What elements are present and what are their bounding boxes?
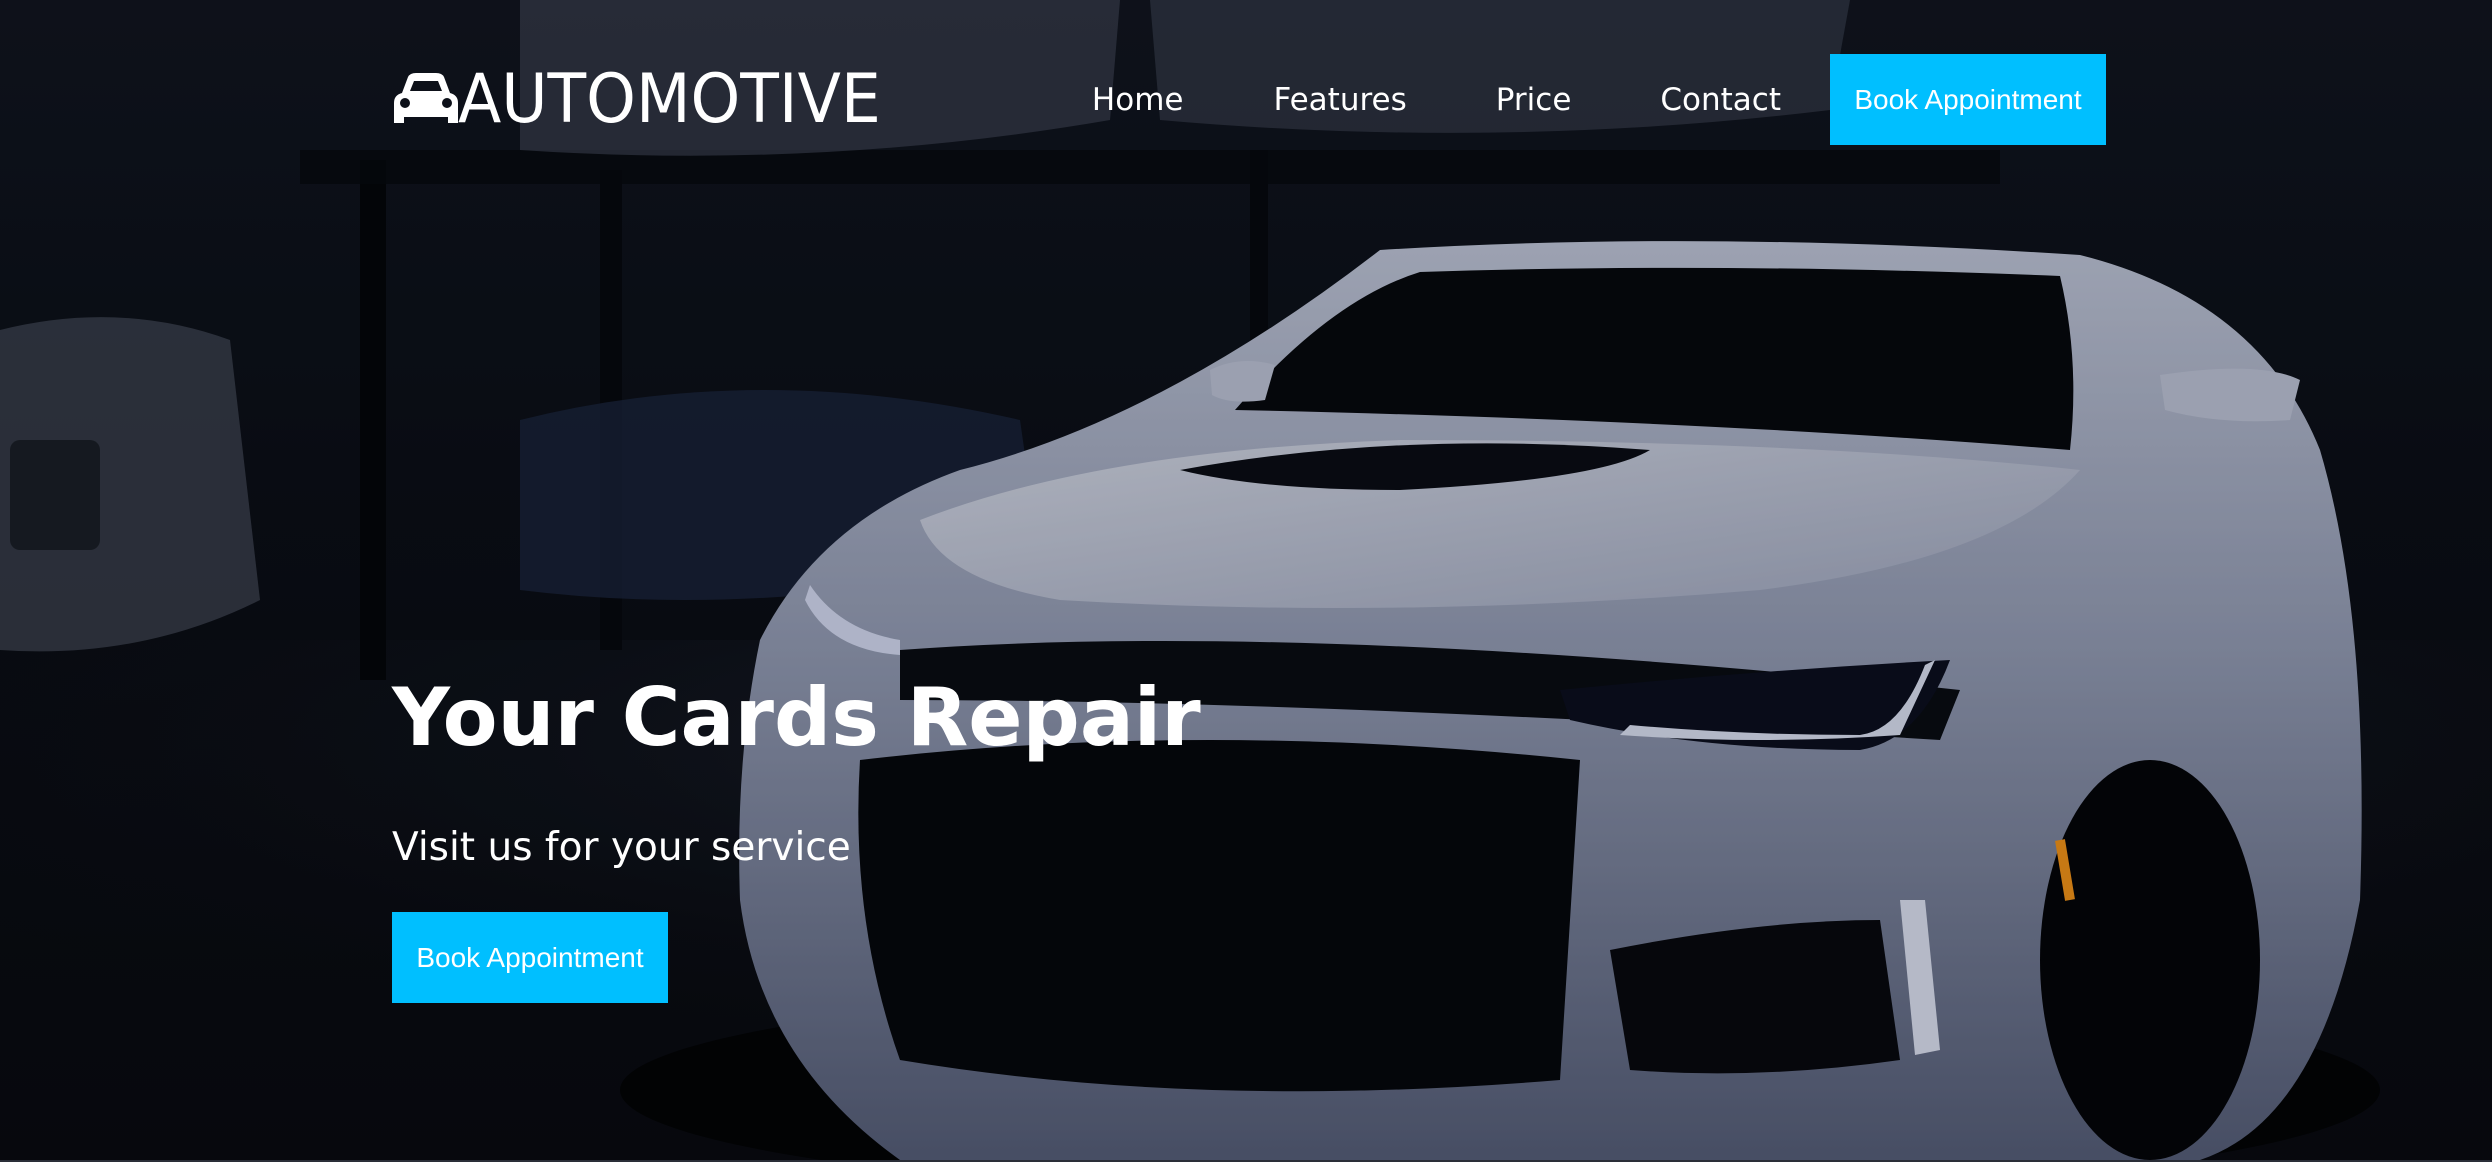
nav-link-price[interactable]: Price	[1496, 82, 1572, 118]
hero-subtitle: Visit us for your service	[392, 825, 851, 870]
hero-background-image	[0, 0, 2492, 1160]
hero-book-appointment-button[interactable]: Book Appointment	[392, 912, 668, 1003]
nav-book-appointment-button[interactable]: Book Appointment	[1830, 54, 2106, 145]
car-icon	[394, 73, 458, 123]
brand-logo[interactable]: AUTOMOTIVE	[392, 60, 913, 139]
main-menu: Home Features Price Contact Book Appoint…	[1092, 54, 2106, 145]
hero-section: AUTOMOTIVE Home Features Price Contact B…	[0, 0, 2492, 1160]
brand-name: AUTOMOTIVE	[458, 60, 881, 139]
nav-link-contact[interactable]: Contact	[1660, 82, 1781, 118]
hero-title: Your Cards Repair	[392, 671, 1201, 764]
top-navigation: AUTOMOTIVE Home Features Price Contact B…	[392, 54, 2106, 145]
nav-link-features[interactable]: Features	[1273, 82, 1406, 118]
nav-link-home[interactable]: Home	[1092, 82, 1184, 118]
